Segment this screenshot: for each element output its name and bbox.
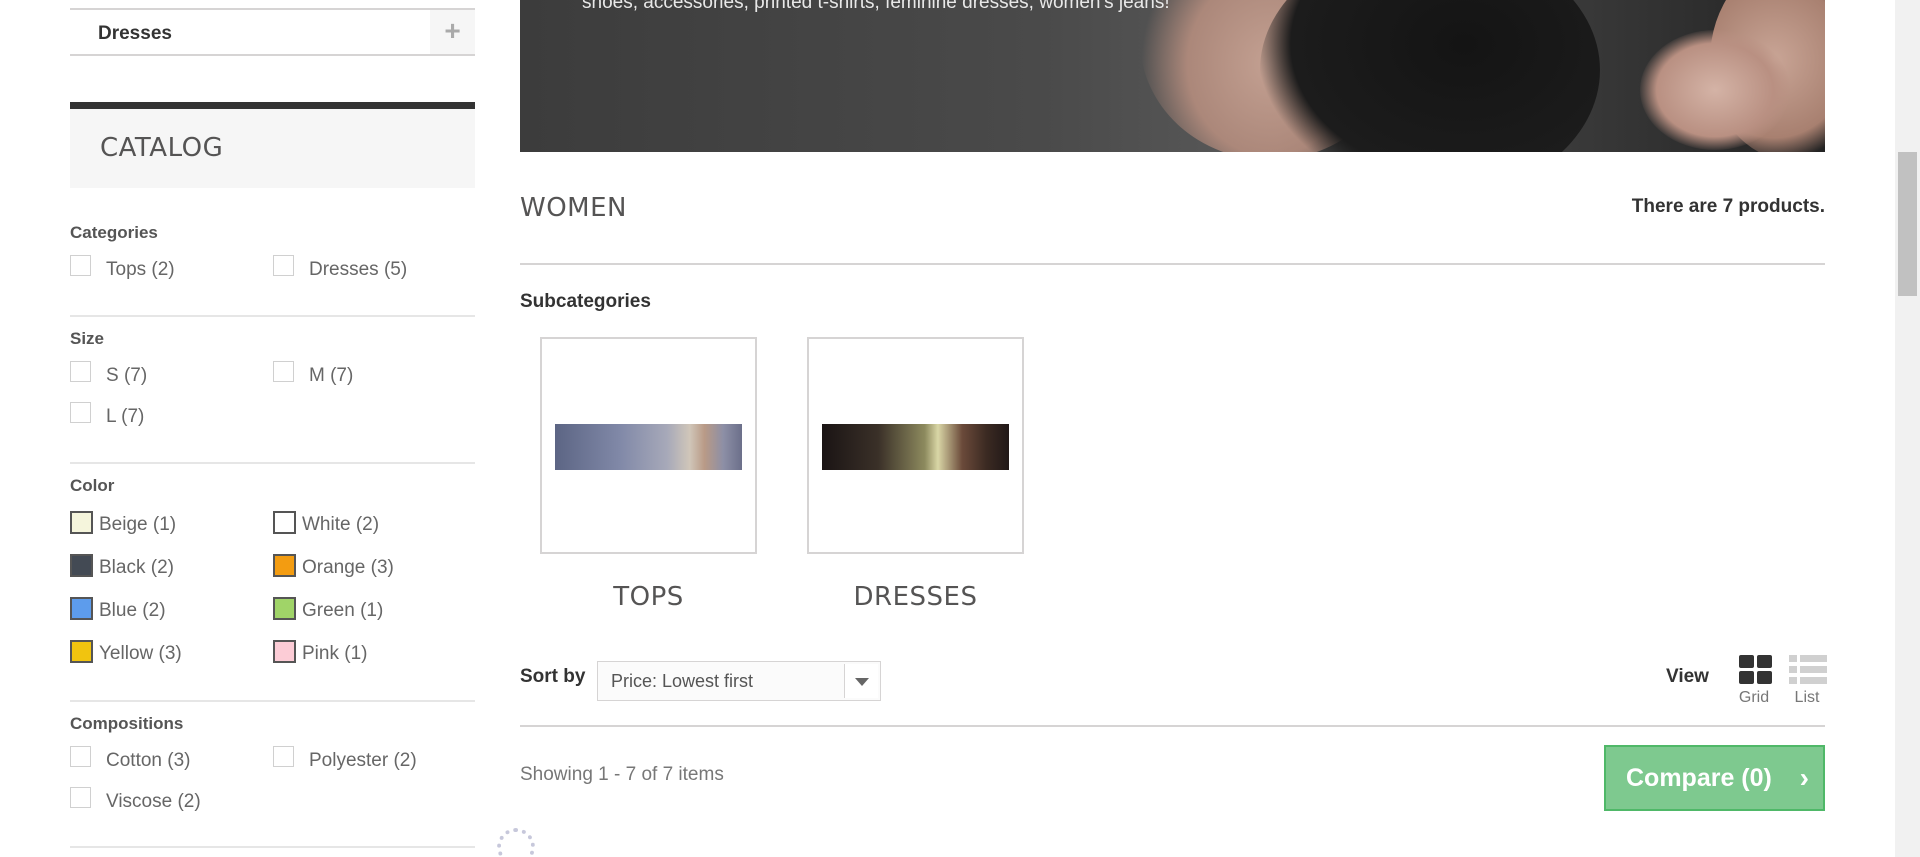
catalog-title: CATALOG: [100, 133, 224, 163]
filter-option-label: Dresses (5): [309, 259, 408, 280]
scrollbar-track[interactable]: [1895, 0, 1920, 857]
filter-title-size: Size: [70, 329, 105, 348]
sidebar-category-label[interactable]: Dresses: [98, 23, 172, 45]
category-title: WOMEN: [520, 193, 627, 223]
color-swatch[interactable]: [273, 640, 296, 663]
filter-option-label: Viscose (2): [106, 791, 201, 812]
divider: [70, 700, 475, 702]
catalog-header: CATALOG: [70, 102, 475, 188]
checkbox[interactable]: [70, 361, 91, 382]
filter-option-label: Beige (1): [99, 514, 177, 535]
filter-option-label: White (2): [302, 514, 380, 535]
showing-items-text: Showing 1 - 7 of 7 items: [520, 764, 724, 785]
filter-option-label: Cotton (3): [106, 750, 191, 771]
filter-option-label: Orange (3): [302, 557, 394, 578]
subcategory-image[interactable]: [555, 424, 742, 470]
filter-title-categories: Categories: [70, 223, 158, 242]
divider: [70, 846, 475, 848]
filter-group-compositions: Compositions: [70, 714, 475, 734]
color-swatch[interactable]: [273, 511, 296, 534]
view-label: View: [1666, 666, 1709, 687]
sort-label: Sort by: [520, 666, 586, 687]
view-grid-label[interactable]: Grid: [1734, 689, 1774, 707]
divider: [520, 263, 1825, 265]
filter-option-label: M (7): [309, 365, 354, 386]
color-swatch[interactable]: [70, 511, 93, 534]
divider: [520, 725, 1825, 727]
color-swatch[interactable]: [70, 640, 93, 663]
color-swatch[interactable]: [70, 554, 93, 577]
banner-model-hand: [1640, 30, 1790, 150]
filter-option-label: S (7): [106, 365, 148, 386]
filter-option-label: L (7): [106, 406, 145, 427]
compare-button-label[interactable]: Compare (0): [1626, 764, 1772, 793]
banner-model-hair: [1260, 0, 1600, 152]
checkbox[interactable]: [70, 787, 91, 808]
filter-title-color: Color: [70, 476, 115, 495]
subcategory-tops[interactable]: TOPS: [540, 337, 757, 612]
filter-option-label: Pink (1): [302, 643, 368, 664]
subcategory-image-frame[interactable]: [807, 337, 1024, 554]
color-swatch[interactable]: [273, 554, 296, 577]
sort-selected-value[interactable]: Price: Lowest first: [611, 671, 753, 692]
filter-group-categories: Categories: [70, 223, 475, 243]
subcategory-image-frame[interactable]: [540, 337, 757, 554]
list-icon[interactable]: [1789, 655, 1827, 685]
filter-option-label: Black (2): [99, 557, 174, 578]
color-swatch[interactable]: [70, 597, 93, 620]
subcategory-image[interactable]: [822, 424, 1009, 470]
grid-icon[interactable]: [1739, 655, 1773, 685]
filter-title-compositions: Compositions: [70, 714, 184, 733]
color-swatch[interactable]: [273, 597, 296, 620]
expand-plus-icon[interactable]: +: [430, 10, 475, 54]
loading-spinner-icon: [497, 828, 535, 857]
filter-option-label: Tops (2): [106, 259, 175, 280]
checkbox[interactable]: [273, 746, 294, 767]
checkbox[interactable]: [273, 361, 294, 382]
banner-caption: shoes, accessories, printed t-shirts, fe…: [582, 0, 1170, 13]
filter-option-label: Yellow (3): [99, 643, 182, 664]
sort-select[interactable]: Price: Lowest first: [597, 661, 881, 701]
checkbox[interactable]: [273, 255, 294, 276]
product-count: There are 7 products.: [1631, 196, 1825, 217]
filter-group-color: Color: [70, 476, 475, 496]
view-list-label[interactable]: List: [1787, 689, 1827, 707]
filter-option-label: Blue (2): [99, 600, 166, 621]
filter-group-size: Size: [70, 329, 475, 349]
subcategory-name[interactable]: TOPS: [540, 582, 757, 612]
checkbox[interactable]: [70, 746, 91, 767]
subcategory-dresses[interactable]: DRESSES: [807, 337, 1024, 612]
subcategory-name[interactable]: DRESSES: [807, 582, 1024, 612]
scrollbar-thumb[interactable]: [1898, 152, 1917, 296]
chevron-down-icon[interactable]: [844, 664, 878, 698]
subcategories-heading: Subcategories: [520, 291, 651, 312]
checkbox[interactable]: [70, 255, 91, 276]
divider: [70, 315, 475, 317]
divider: [70, 462, 475, 464]
chevron-right-icon[interactable]: ›: [1800, 762, 1809, 794]
filter-option-label: Green (1): [302, 600, 384, 621]
category-banner-image: shoes, accessories, printed t-shirts, fe…: [520, 0, 1825, 152]
sidebar-category-dresses[interactable]: Dresses +: [70, 8, 475, 56]
compare-button[interactable]: Compare (0) ›: [1604, 745, 1825, 811]
checkbox[interactable]: [70, 402, 91, 423]
filter-option-label: Polyester (2): [309, 750, 417, 771]
